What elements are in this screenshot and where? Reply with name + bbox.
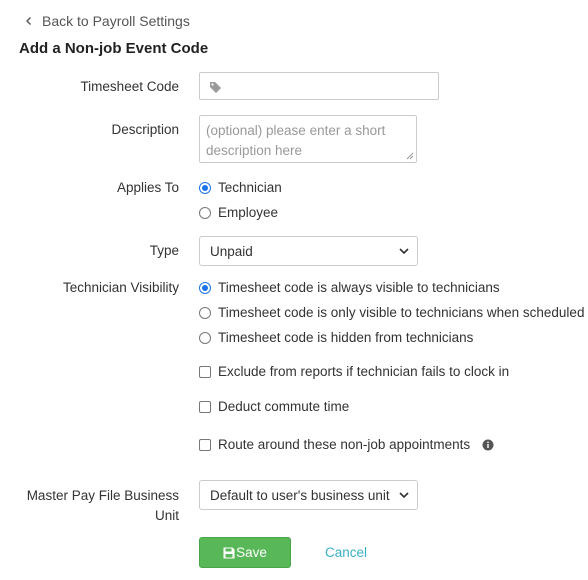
deduct-commute-time-checkbox[interactable]: Deduct commute time	[199, 399, 349, 414]
master-pay-file-select-value: Default to user's business unit	[210, 487, 390, 503]
radio-label: Timesheet code is only visible to techni…	[218, 305, 585, 320]
description-label: Description	[111, 122, 179, 137]
exclude-from-reports-checkbox[interactable]: Exclude from reports if technician fails…	[199, 364, 509, 379]
timesheet-code-input[interactable]	[199, 72, 439, 100]
checkbox-icon[interactable]	[199, 438, 211, 451]
visibility-when-scheduled-radio[interactable]: Timesheet code is only visible to techni…	[199, 305, 584, 320]
master-pay-file-label: Master Pay File Business Unit	[19, 486, 179, 526]
applies-to-technician-radio[interactable]: Technician	[199, 180, 282, 195]
checkbox-label: Exclude from reports if technician fails…	[218, 364, 510, 379]
radio-selected-icon[interactable]	[199, 181, 211, 194]
page-title: Add a Non-job Event Code	[19, 40, 209, 57]
chevron-down-icon	[399, 248, 409, 255]
checkbox-label: Deduct commute time	[218, 399, 350, 414]
checkbox-icon[interactable]	[199, 365, 211, 378]
master-pay-file-select[interactable]: Default to user's business unit	[199, 480, 418, 510]
resize-handle-icon[interactable]	[406, 152, 414, 160]
type-label: Type	[149, 243, 179, 258]
tag-icon	[210, 82, 221, 93]
description-textarea[interactable]: (optional) please enter a short descript…	[199, 115, 417, 163]
applies-to-employee-radio[interactable]: Employee	[199, 205, 278, 220]
checkbox-icon[interactable]	[199, 400, 211, 413]
master-pay-file-label-line2: Unit	[154, 508, 179, 523]
back-link-label: Back to Payroll Settings	[42, 13, 190, 29]
save-button[interactable]: Save	[199, 537, 291, 568]
radio-label: Employee	[218, 205, 279, 220]
radio-unselected-icon[interactable]	[199, 331, 211, 344]
type-select-value: Unpaid	[210, 243, 253, 259]
cancel-link[interactable]: Cancel	[325, 545, 367, 560]
visibility-hidden-radio[interactable]: Timesheet code is hidden from technician…	[199, 330, 473, 345]
timesheet-code-label: Timesheet Code	[80, 79, 179, 94]
technician-visibility-label: Technician Visibility	[62, 280, 179, 295]
radio-unselected-icon[interactable]	[199, 306, 211, 319]
description-placeholder-line2: description here	[206, 143, 303, 158]
type-select[interactable]: Unpaid	[199, 236, 418, 266]
description-placeholder-line1: (optional) please enter a short	[206, 123, 386, 138]
radio-selected-icon[interactable]	[199, 281, 211, 294]
floppy-disk-icon	[223, 547, 235, 558]
save-button-label: Save	[236, 545, 267, 560]
checkbox-label: Route around these non-job appointments	[218, 437, 471, 452]
radio-unselected-icon[interactable]	[199, 206, 211, 219]
visibility-always-radio[interactable]: Timesheet code is always visible to tech…	[199, 280, 500, 295]
radio-label: Timesheet code is hidden from technician…	[218, 330, 474, 345]
radio-label: Timesheet code is always visible to tech…	[218, 280, 500, 295]
master-pay-file-label-line1: Master Pay File Business	[26, 488, 179, 503]
chevron-down-icon	[399, 492, 409, 499]
radio-label: Technician	[218, 180, 282, 195]
route-around-appointments-checkbox[interactable]: Route around these non-job appointments	[199, 437, 494, 452]
applies-to-label: Applies To	[116, 180, 179, 195]
info-icon[interactable]	[482, 439, 494, 451]
back-to-payroll-settings-link[interactable]: Back to Payroll Settings	[22, 13, 190, 29]
chevron-left-icon	[26, 17, 31, 25]
